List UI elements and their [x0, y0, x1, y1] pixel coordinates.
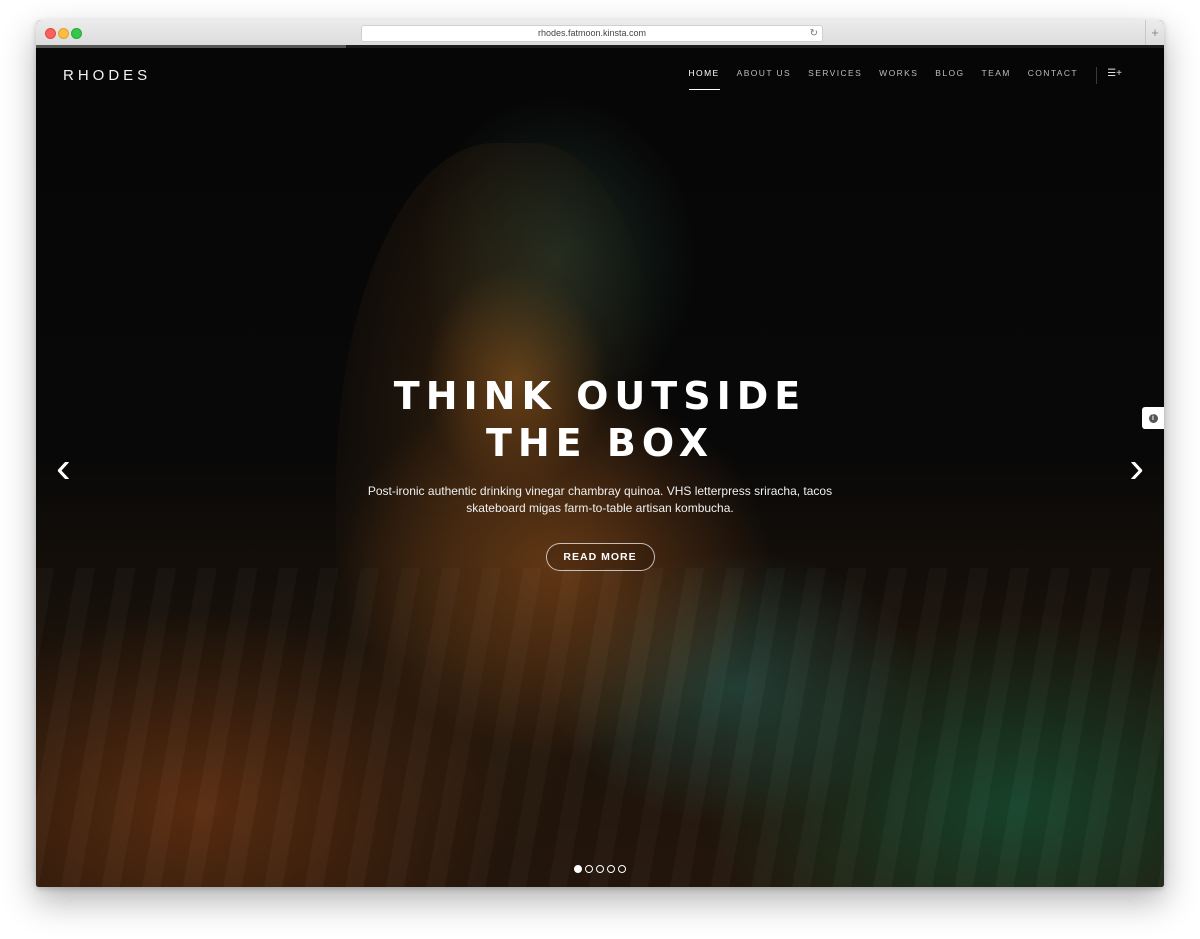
- zoom-window-button[interactable]: [71, 28, 82, 39]
- hero-caption: THINK OUTSIDE THE BOX Post-ironic authen…: [350, 373, 850, 571]
- slider-dot-3[interactable]: [596, 865, 604, 873]
- nav-item-works[interactable]: WORKS: [879, 68, 918, 84]
- site-header: RHODES HOME ABOUT US SERVICES WORKS BLOG…: [36, 48, 1164, 108]
- browser-window: rhodes.fatmoon.kinsta.com ↻ + RHODES HOM…: [36, 20, 1164, 887]
- slider-pagination: [574, 865, 626, 873]
- info-icon: i: [1148, 413, 1158, 423]
- info-tab[interactable]: i: [1142, 407, 1164, 429]
- nav-item-contact[interactable]: CONTACT: [1028, 68, 1078, 84]
- minimize-window-button[interactable]: [58, 28, 69, 39]
- nav-item-team[interactable]: TEAM: [982, 68, 1011, 84]
- nav-item-about-us[interactable]: ABOUT US: [737, 68, 792, 84]
- slider-next-arrow-icon[interactable]: ›: [1129, 446, 1144, 490]
- slider-dot-1[interactable]: [574, 865, 582, 873]
- nav-item-home[interactable]: HOME: [688, 68, 720, 90]
- slider-dot-4[interactable]: [607, 865, 615, 873]
- new-tab-icon[interactable]: +: [1145, 20, 1164, 45]
- reload-icon[interactable]: ↻: [810, 26, 818, 41]
- hero-description: Post-ironic authentic drinking vinegar c…: [367, 484, 833, 515]
- page-viewport: RHODES HOME ABOUT US SERVICES WORKS BLOG…: [36, 48, 1164, 887]
- side-menu-icon[interactable]: ☰+: [1107, 68, 1122, 79]
- read-more-button[interactable]: READ MORE: [545, 543, 655, 571]
- site-logo[interactable]: RHODES: [63, 67, 151, 84]
- nav-item-blog[interactable]: BLOG: [935, 68, 964, 84]
- address-bar[interactable]: rhodes.fatmoon.kinsta.com ↻: [361, 25, 823, 42]
- slider-dot-5[interactable]: [618, 865, 626, 873]
- close-window-button[interactable]: [45, 28, 56, 39]
- browser-toolbar: rhodes.fatmoon.kinsta.com ↻ +: [36, 20, 1164, 46]
- nav-item-services[interactable]: SERVICES: [808, 68, 862, 84]
- hero-title: THINK OUTSIDE THE BOX: [393, 374, 807, 465]
- main-menu: HOME ABOUT US SERVICES WORKS BLOG TEAM C…: [672, 68, 1078, 90]
- menu-divider: [1096, 67, 1097, 84]
- slider-prev-arrow-icon[interactable]: ‹: [56, 446, 71, 490]
- slider-dot-2[interactable]: [585, 865, 593, 873]
- address-text: rhodes.fatmoon.kinsta.com: [537, 28, 647, 38]
